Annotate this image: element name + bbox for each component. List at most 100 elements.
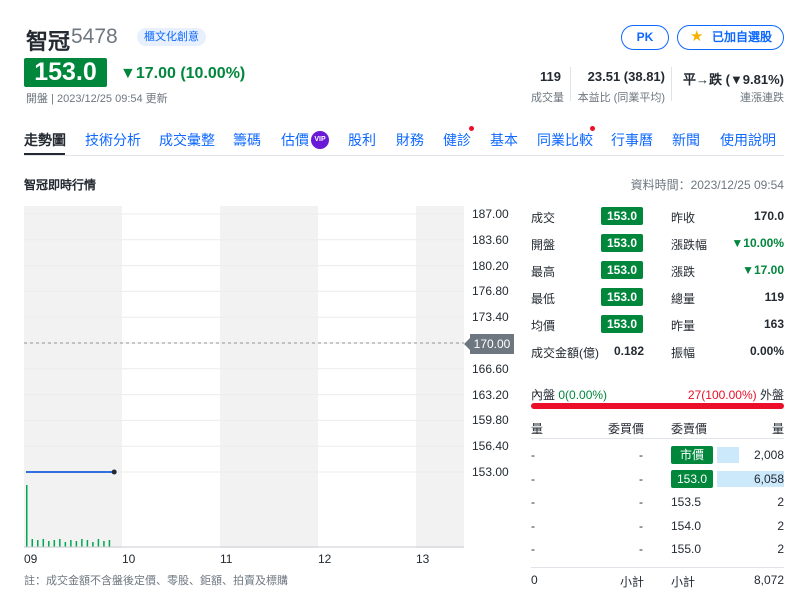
tab-trend[interactable]: 走勢圖 — [24, 130, 66, 150]
quote-label: 最高 — [531, 265, 556, 279]
volume-bar — [108, 540, 111, 547]
market-status: 開盤 | 2023/12/25 09:54 更新 — [26, 93, 168, 105]
ref-price-label: 170.00 — [470, 334, 514, 354]
price-chart[interactable] — [24, 206, 464, 548]
bid-volume: - — [531, 518, 535, 533]
volume-bar — [103, 541, 105, 547]
x-tick-label: 09 — [24, 552, 38, 566]
quote-value: 170.0 — [753, 209, 784, 223]
bid-volume-header: 量 — [531, 422, 544, 436]
bid-price: - — [639, 471, 643, 486]
volume-bar — [53, 540, 56, 547]
ask-price[interactable]: 153.0 — [671, 469, 713, 488]
outer-label: 外盤 — [759, 388, 784, 402]
volume-bar — [26, 485, 28, 547]
bid-volume: - — [531, 448, 535, 462]
divider — [570, 67, 571, 101]
volume-bar — [97, 539, 100, 547]
pe-label: 本益比 (同業平均) — [577, 92, 665, 104]
quote-label: 成交 — [531, 211, 556, 225]
pk-button[interactable]: PK — [621, 25, 669, 50]
orderbook-divider — [531, 438, 784, 439]
x-tick-label: 12 — [318, 552, 332, 566]
tab-peer-compare[interactable]: 同業比較 — [537, 130, 593, 150]
volume-bar — [31, 539, 34, 547]
tab-chips[interactable]: 籌碼 — [233, 130, 261, 150]
hour-band — [416, 206, 464, 548]
y-tick-label: 176.80 — [472, 284, 509, 299]
bid-volume: - — [531, 471, 535, 486]
quote-value: 0.182 — [613, 344, 644, 358]
volume-bar — [64, 542, 67, 547]
tab-calendar[interactable]: 行事曆 — [611, 130, 653, 150]
stock-name: 智冠 — [26, 29, 71, 54]
hour-band — [24, 206, 122, 548]
ask-volume-bar — [717, 447, 740, 463]
volume-bar — [42, 539, 45, 547]
streak-value: 平→跌 (▼9.81%) — [683, 72, 784, 87]
ask-price[interactable]: 154.0 — [671, 519, 701, 533]
tab-technical[interactable]: 技術分析 — [85, 130, 141, 150]
chart-footnote: 註：成交金額不含盤後定價、零股、鉅額、拍賣及標購 — [24, 575, 288, 587]
ask-price[interactable]: 155.0 — [671, 542, 701, 556]
y-tick-label: 187.00 — [472, 207, 509, 221]
quote-label: 最低 — [531, 292, 556, 306]
tab-news[interactable]: 新聞 — [672, 130, 700, 150]
divider — [671, 67, 672, 101]
y-tick-label: 159.80 — [472, 413, 509, 428]
outer-volume: 27(100.00%) 外盤 — [688, 386, 784, 403]
hour-band — [318, 206, 416, 548]
volume-bar — [86, 540, 89, 547]
section-title: 智冠即時行情 — [24, 178, 97, 192]
x-tick-label: 11 — [220, 552, 233, 566]
y-tick-label: 180.20 — [472, 258, 509, 273]
y-tick-label: 153.00 — [472, 465, 509, 479]
quote-value: 163 — [763, 317, 784, 331]
quote-label: 漲跌 — [671, 265, 696, 279]
quote-label: 總量 — [671, 292, 696, 306]
tab-help[interactable]: 使用說明 — [720, 130, 776, 150]
inner-outer-bar — [531, 403, 784, 409]
tab-basic[interactable]: 基本 — [490, 130, 518, 150]
quote-label: 昨量 — [671, 319, 696, 333]
y-tick-label: 173.40 — [472, 310, 509, 325]
quote-value: 153.0 — [601, 288, 643, 306]
quote-value: 153.0 — [601, 234, 643, 252]
quote-label: 開盤 — [531, 238, 556, 252]
quote-value: 153.0 — [601, 315, 643, 333]
ask-price-header: 委賣價 — [671, 422, 708, 436]
stock-code: 5478 — [71, 25, 118, 48]
bid-price: - — [639, 448, 643, 462]
tab-financials[interactable]: 財務 — [396, 130, 424, 150]
tab-dividend[interactable]: 股利 — [348, 130, 376, 150]
volume-bar — [70, 540, 72, 547]
tab-trades[interactable]: 成交彙整 — [159, 130, 215, 150]
outer-value: 27(100.00%) — [687, 388, 757, 402]
category-tag[interactable]: 櫃文化創意 — [137, 28, 206, 46]
inner-volume: 內盤 0(0.00%) — [531, 386, 607, 403]
orderbook-footer-divider — [531, 567, 784, 568]
ask-volume: 2 — [777, 542, 784, 556]
y-tick-label: 163.20 — [472, 387, 509, 402]
quote-value: ▼10.00% — [731, 236, 784, 250]
y-tick-label: 166.60 — [472, 361, 509, 376]
bid-price: - — [639, 518, 643, 533]
ask-volume: 2,008 — [753, 448, 784, 462]
ask-volume: 2 — [777, 518, 784, 533]
ask-volume-header: 量 — [772, 422, 785, 436]
hour-band — [122, 206, 220, 548]
ask-volume: 2 — [777, 495, 784, 509]
tab-health[interactable]: 健診 — [443, 130, 471, 150]
quote-value: 119 — [764, 290, 784, 304]
volume-bar — [92, 542, 94, 547]
ask-price[interactable]: 市價 — [671, 446, 713, 464]
tab-valuation[interactable]: 估價 — [281, 130, 309, 150]
ask-price[interactable]: 153.5 — [671, 495, 701, 509]
last-price-dot — [111, 469, 117, 475]
volume-label: 成交量 — [531, 92, 564, 104]
bid-volume: - — [531, 542, 535, 556]
y-tick-label: 156.40 — [472, 439, 509, 454]
ask-total: 8,072 — [753, 573, 784, 587]
bid-volume: - — [531, 495, 535, 509]
tabs-divider — [24, 155, 784, 156]
